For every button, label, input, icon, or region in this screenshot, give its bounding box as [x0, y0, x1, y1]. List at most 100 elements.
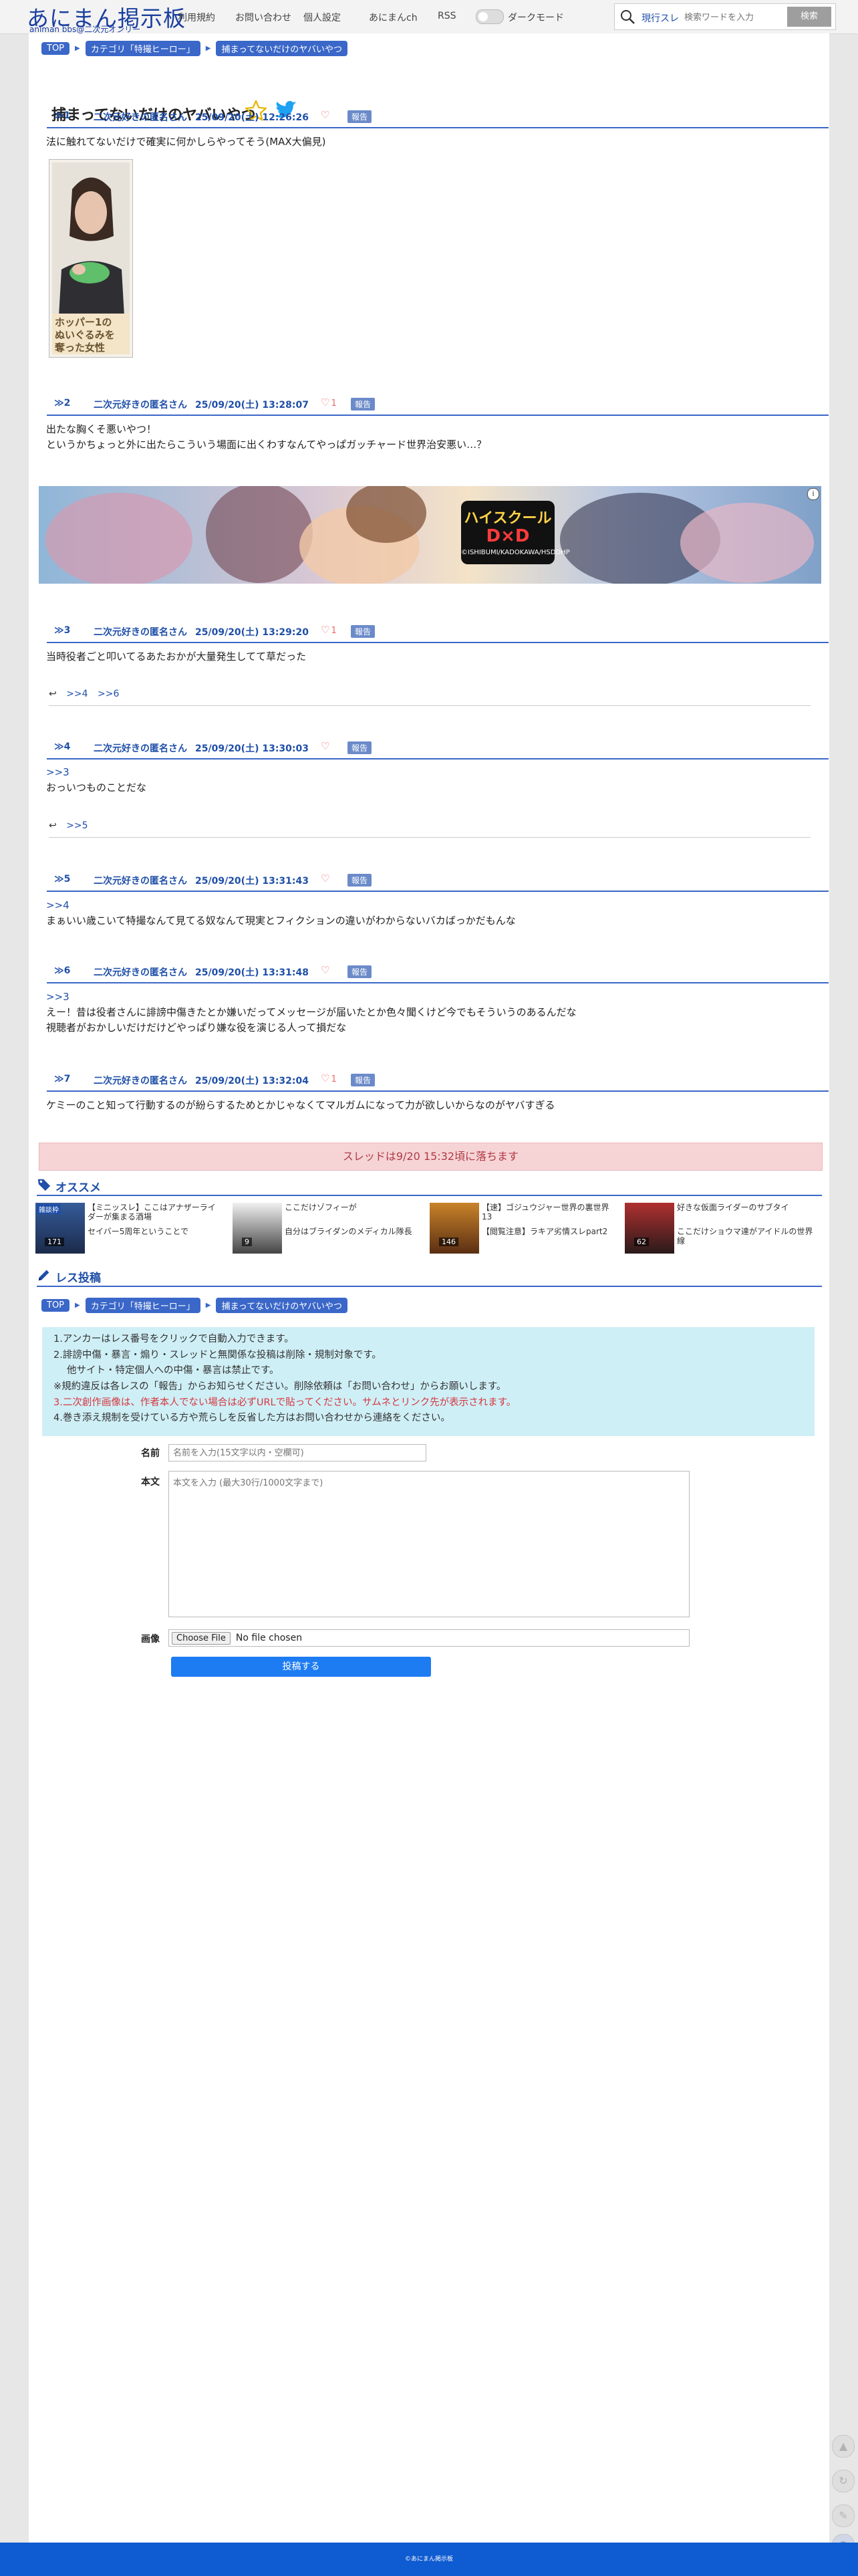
image-caption: ホッパー1の ぬいぐるみを 奪った女性: [52, 314, 130, 354]
image-file-input[interactable]: Choose File No file chosen: [168, 1629, 690, 1647]
like-heart-icon[interactable]: ♡ 1: [321, 396, 337, 408]
post-number[interactable]: ≫6: [54, 965, 70, 976]
recommend-subtitle: 自分はブライダンのメディカル隊長: [285, 1227, 412, 1236]
post-author-date: 二次元好きの匿名さん 25/09/20(土) 13:29:20: [94, 625, 309, 638]
breadcrumb-top[interactable]: TOP: [41, 1299, 70, 1312]
post-date: 25/09/20(土) 12:26:26: [195, 112, 309, 123]
post-author: 二次元好きの匿名さん: [94, 967, 187, 978]
report-button[interactable]: 報告: [351, 398, 376, 411]
recommend-item[interactable]: 62 好きな仮面ライダーのサブタイ ここだけショウマ達がアイドルの世界線: [625, 1203, 813, 1254]
post-anchor-link[interactable]: >>3: [46, 765, 146, 780]
report-button[interactable]: 報告: [351, 625, 376, 638]
like-count: 1: [331, 1074, 337, 1084]
post-author: 二次元好きの匿名さん: [94, 743, 187, 754]
breadcrumb-category[interactable]: カテゴリ「特撮ヒーロー」: [85, 41, 200, 56]
post-body: 法に触れてないだけで確実に何かしらやってそう(MAX大偏見): [46, 134, 326, 150]
post-author-date: 二次元好きの匿名さん 25/09/20(土) 13:31:43: [94, 874, 309, 887]
post-header: ≫5 二次元好きの匿名さん 25/09/20(土) 13:31:43 ♡ 報告: [47, 872, 829, 892]
breadcrumb-thread[interactable]: 捕まってないだけのヤバいやつ: [216, 41, 348, 56]
post-number[interactable]: ≫7: [54, 1074, 70, 1084]
breadcrumb-category[interactable]: カテゴリ「特撮ヒーロー」: [85, 1298, 200, 1313]
report-button[interactable]: 報告: [351, 1074, 376, 1086]
body-textarea[interactable]: [168, 1471, 690, 1617]
report-button[interactable]: 報告: [347, 965, 372, 978]
search-icon[interactable]: [619, 9, 635, 27]
like-heart-icon[interactable]: ♡ 1: [321, 624, 337, 636]
recommend-section-title: オススメ: [37, 1177, 101, 1195]
nav-contact[interactable]: お問い合わせ: [235, 11, 291, 24]
recommend-thumbnail: 9: [233, 1203, 282, 1254]
nav-settings[interactable]: 個人設定: [303, 11, 341, 24]
reply-link[interactable]: >>6: [98, 689, 119, 699]
reply-link[interactable]: >>5: [66, 820, 88, 831]
ad-logo-line3: ©ISHIBUMI/KADOKAWA/HSDDHP: [461, 549, 570, 556]
like-heart-icon[interactable]: ♡: [321, 964, 329, 976]
breadcrumb-separator-icon: ▶: [205, 45, 211, 52]
post-number[interactable]: ≫2: [54, 398, 70, 408]
like-heart-icon[interactable]: ♡: [321, 872, 329, 885]
recommend-item[interactable]: 雑談枠 171 【ミニッスレ】ここはアナザーライダーが集まる酒場 セイバー5周年…: [35, 1203, 223, 1254]
choose-file-button[interactable]: Choose File: [172, 1631, 231, 1645]
reply-links: ↩ >>5: [49, 820, 95, 831]
pencil-icon[interactable]: ✎: [832, 2504, 855, 2527]
post-anchor-link[interactable]: >>3: [46, 989, 577, 1005]
search-mode-select[interactable]: 現行スレ: [641, 11, 679, 25]
recommend-thumbnail: 146: [430, 1203, 479, 1254]
advertisement-banner[interactable]: ハイスクール D×D ©ISHIBUMI/KADOKAWA/HSDDHP i: [39, 486, 821, 584]
post-number[interactable]: ≫4: [54, 741, 70, 752]
file-status: No file chosen: [235, 1633, 303, 1643]
report-button[interactable]: 報告: [347, 110, 372, 123]
submit-button[interactable]: 投稿する: [171, 1657, 431, 1677]
post-author: 二次元好きの匿名さん: [94, 627, 187, 638]
post-body: >>3 おっいつものことだな: [46, 765, 146, 796]
report-button[interactable]: 報告: [347, 874, 372, 887]
post-number[interactable]: ≫3: [54, 625, 70, 636]
post-text-line: 法に触れてないだけで確実に何かしらやってそう(MAX大偏見): [46, 136, 326, 148]
divider: [49, 705, 811, 706]
ad-logo: ハイスクール D×D ©ISHIBUMI/KADOKAWA/HSDDHP: [461, 501, 570, 564]
post-date: 25/09/20(土) 13:30:03: [195, 743, 309, 754]
reply-link[interactable]: >>4: [66, 689, 88, 699]
section-divider: [37, 1286, 822, 1287]
like-heart-icon[interactable]: ♡ 1: [321, 1072, 337, 1084]
like-count: 1: [331, 626, 337, 636]
post-author-date: 二次元好きの匿名さん 25/09/20(土) 13:32:04: [94, 1074, 309, 1087]
post-author: 二次元好きの匿名さん: [94, 400, 187, 411]
like-heart-icon[interactable]: ♡: [321, 740, 329, 752]
nav-animanch[interactable]: あにまんch: [369, 11, 418, 24]
divider: [49, 837, 811, 838]
nav-rss[interactable]: RSS: [438, 11, 456, 21]
post-image-thumbnail[interactable]: ホッパー1の ぬいぐるみを 奪った女性: [49, 159, 133, 358]
post-text-line: 視聴者がおかしいだけだけどやっぱり嫌な役を演じる人って損だな: [46, 1022, 347, 1034]
footer-copyright: ©あにまん掲示板: [404, 2556, 453, 2563]
recommend-item[interactable]: 146 【速】ゴジュウジャー世界の裏世界13 【閲覧注意】ラキア劣情スレpart…: [430, 1203, 617, 1254]
search-button[interactable]: 検索: [787, 7, 831, 27]
post-author: 二次元好きの匿名さん: [94, 876, 187, 887]
ad-info-icon[interactable]: i: [807, 488, 819, 500]
breadcrumb-top[interactable]: TOP: [41, 42, 70, 55]
post-body: 当時役者ごと叩いてるあたおかが大量発生してて草だった: [46, 649, 306, 665]
search-input[interactable]: [683, 9, 786, 25]
site-footer: ©あにまん掲示板: [0, 2543, 858, 2576]
scroll-top-icon[interactable]: ▲: [832, 2435, 855, 2458]
like-heart-icon[interactable]: ♡: [321, 109, 329, 121]
post-header: ≫4 二次元好きの匿名さん 25/09/20(土) 13:30:03 ♡ 報告: [47, 739, 829, 759]
post-anchor-link[interactable]: >>4: [46, 898, 516, 913]
report-button[interactable]: 報告: [347, 741, 372, 754]
reload-icon[interactable]: ↻: [832, 2470, 855, 2492]
ad-logo-line1: ハイスクール: [464, 510, 552, 527]
name-label: 名前: [141, 1448, 160, 1459]
nav-terms[interactable]: 利用規約: [178, 11, 215, 24]
pencil-icon: [37, 1268, 51, 1286]
post-author-date: 二次元好きの匿名さん 25/09/20(土) 13:30:03: [94, 741, 309, 755]
name-input[interactable]: [168, 1444, 426, 1461]
dark-mode-toggle[interactable]: [476, 9, 504, 24]
post-number[interactable]: ≫5: [54, 874, 70, 885]
post-number[interactable]: ≫1: [54, 110, 70, 121]
breadcrumb-separator-icon: ▶: [75, 45, 80, 52]
recommend-item[interactable]: 9 ここだけゾフィーが 自分はブライダンのメディカル隊長: [233, 1203, 420, 1254]
rule-line: ※規約違反は各レスの「報告」からお知らせください。削除依頼は「お問い合わせ」から…: [53, 1381, 507, 1392]
post-date: 25/09/20(土) 13:31:43: [195, 876, 309, 887]
breadcrumb-thread[interactable]: 捕まってないだけのヤバいやつ: [216, 1298, 348, 1313]
recommend-title: 【速】ゴジュウジャー世界の裏世界13: [482, 1203, 609, 1221]
